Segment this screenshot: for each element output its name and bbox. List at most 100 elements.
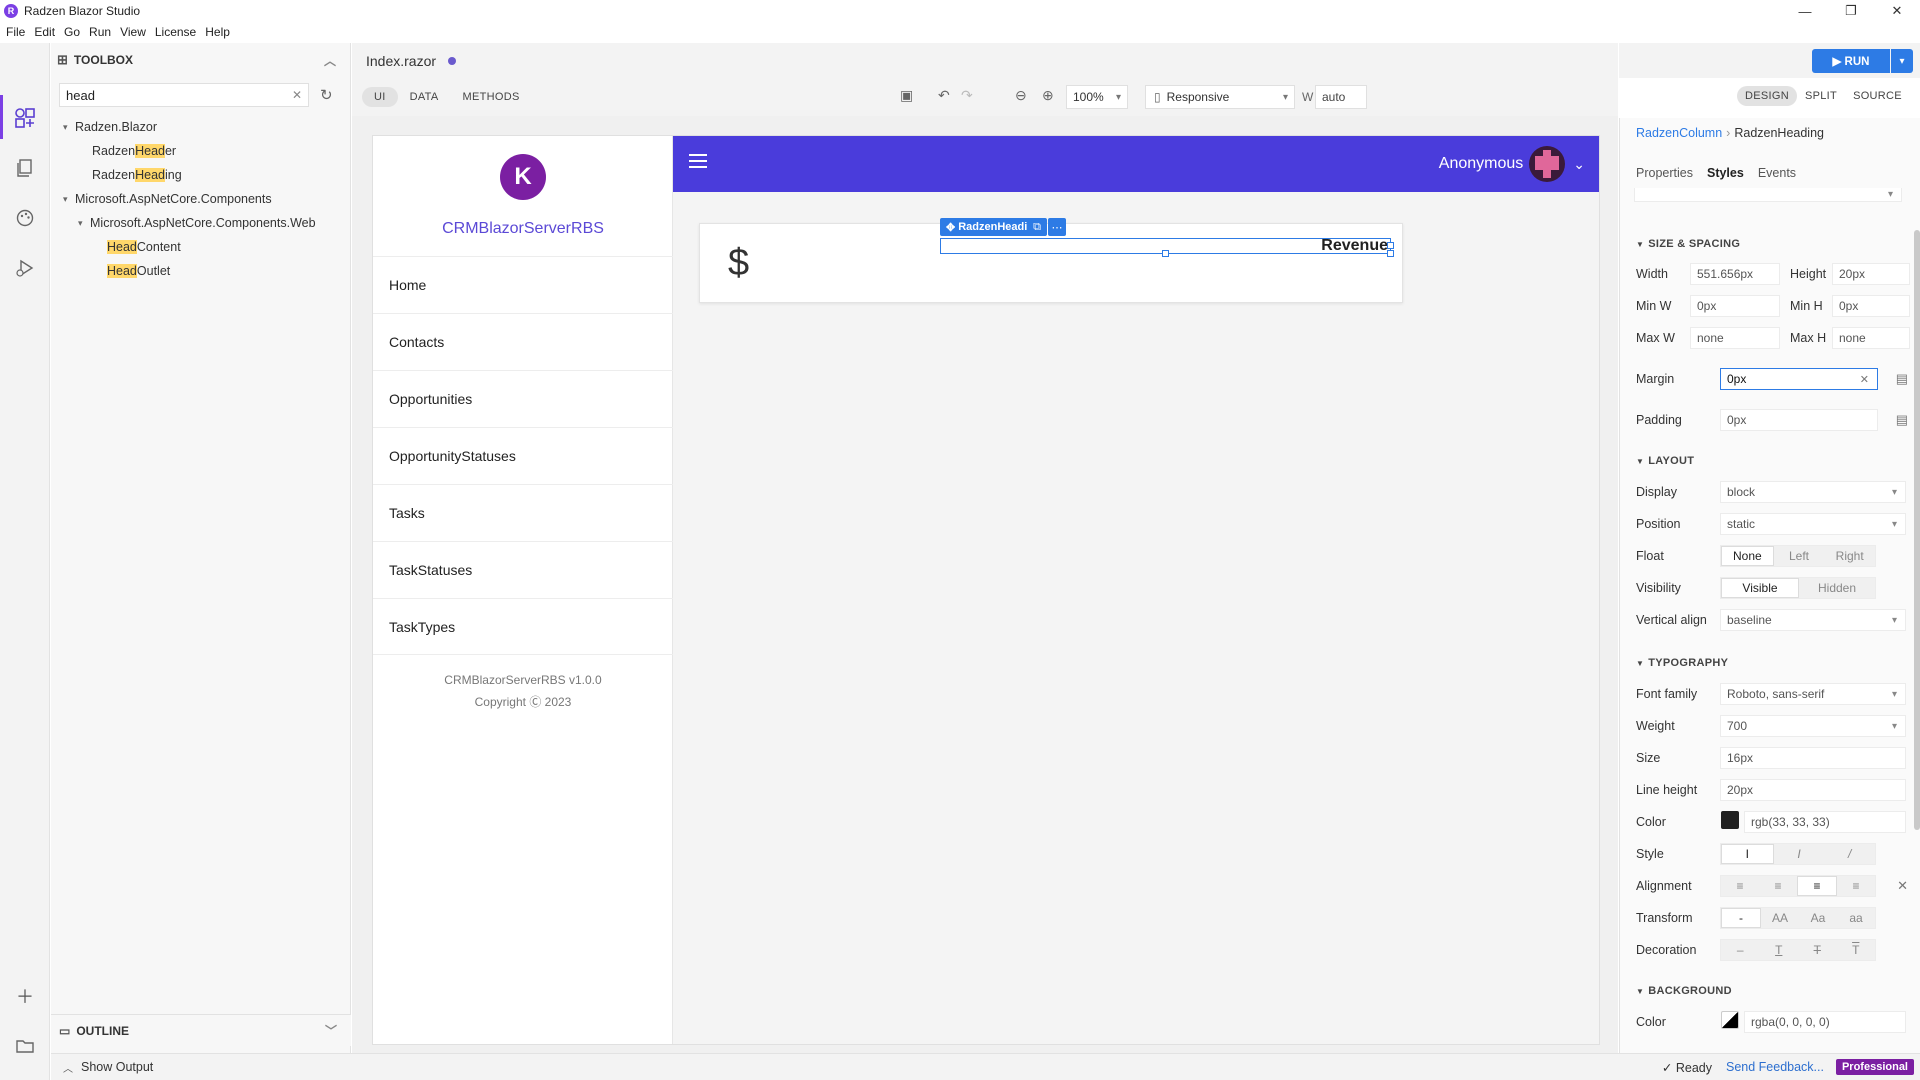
device-select[interactable]: ▯ Responsive ▾	[1145, 85, 1295, 109]
files-icon[interactable]	[12, 155, 38, 181]
menu-license[interactable]: License	[155, 25, 196, 39]
zoom-in-icon[interactable]: ⊕	[1042, 87, 1054, 104]
tree-item-headcontent[interactable]: Head Content	[51, 235, 351, 259]
style-italic-icon[interactable]: I	[1774, 844, 1825, 864]
more-actions-icon[interactable]: ⋯	[1048, 218, 1066, 236]
toolbox-search-input[interactable]	[66, 87, 266, 103]
max-height-input[interactable]: none	[1832, 327, 1910, 349]
zoom-out-icon[interactable]: ⊖	[1015, 87, 1027, 104]
font-weight-select[interactable]: 700 ▾	[1720, 715, 1906, 737]
align-left-icon[interactable]: ≡	[1721, 876, 1759, 896]
background-color-input[interactable]: rgba(0, 0, 0, 0)	[1744, 1011, 1906, 1033]
clear-icon[interactable]: ✕	[292, 88, 302, 102]
align-justify-icon[interactable]: ≡	[1837, 876, 1875, 896]
box-model-icon[interactable]: ▤	[1896, 371, 1908, 387]
toolbox-search[interactable]: ✕	[59, 83, 309, 107]
min-height-input[interactable]: 0px	[1832, 295, 1910, 317]
text-color-input[interactable]: rgb(33, 33, 33)	[1744, 811, 1906, 833]
float-right[interactable]: Right	[1824, 546, 1875, 566]
design-canvas[interactable]: K CRMBlazorServerRBS Home Contacts Oppor…	[372, 135, 1600, 1045]
tab-data[interactable]: DATA	[398, 87, 451, 107]
nav-item-opportunities[interactable]: Opportunities	[373, 370, 673, 427]
add-icon[interactable]: ＋	[12, 983, 38, 1009]
tree-item-aspnetcore-components[interactable]: ▾ Microsoft.AspNetCore.Components	[51, 187, 351, 211]
nav-item-contacts[interactable]: Contacts	[373, 313, 673, 370]
section-layout[interactable]: ▼ LAYOUT	[1636, 455, 1694, 467]
position-select[interactable]: static ▾	[1720, 513, 1906, 535]
align-center-icon[interactable]: ≡	[1759, 876, 1797, 896]
resize-handle[interactable]	[1162, 250, 1169, 257]
tree-item-aspnetcore-components-web[interactable]: ▾ Microsoft.AspNetCore.Components.Web	[51, 211, 351, 235]
tab-design[interactable]: DESIGN	[1737, 86, 1797, 106]
style-oblique-icon[interactable]: /	[1824, 844, 1875, 864]
components-icon[interactable]	[12, 105, 38, 131]
menu-help[interactable]: Help	[205, 25, 230, 39]
toolbox-header[interactable]: ⊞ TOOLBOX ︿	[51, 43, 350, 77]
save-icon[interactable]: ▣	[900, 87, 913, 104]
transform-uppercase[interactable]: AA	[1761, 908, 1799, 928]
width-input[interactable]: 551.656px	[1690, 263, 1780, 285]
line-height-input[interactable]: 20px	[1720, 779, 1906, 801]
run-button[interactable]: ▶ RUN	[1812, 49, 1890, 73]
visibility-hidden[interactable]: Hidden	[1799, 578, 1875, 598]
theme-palette-icon[interactable]	[12, 205, 38, 231]
float-none[interactable]: None	[1721, 546, 1774, 566]
tree-item-radzenheader[interactable]: Radzen Head er	[51, 139, 351, 163]
tab-events[interactable]: Events	[1758, 166, 1796, 180]
menu-view[interactable]: View	[120, 25, 146, 39]
menu-edit[interactable]: Edit	[34, 25, 55, 39]
tab-split[interactable]: SPLIT	[1797, 86, 1845, 106]
caret-down-icon[interactable]: ▾	[63, 194, 75, 205]
clear-alignment-icon[interactable]: ✕	[1897, 878, 1908, 894]
hamburger-menu-icon[interactable]	[689, 154, 707, 168]
maximize-button[interactable]: ❐	[1828, 0, 1874, 22]
nav-item-task-statuses[interactable]: TaskStatuses	[373, 541, 673, 598]
background-color-swatch[interactable]	[1721, 1011, 1739, 1029]
menu-go[interactable]: Go	[64, 25, 80, 39]
minimize-button[interactable]: —	[1782, 0, 1828, 22]
tab-ui[interactable]: UI	[362, 87, 398, 107]
tree-item-radzen-blazor[interactable]: ▾ Radzen.Blazor	[51, 115, 351, 139]
box-model-icon[interactable]: ▤	[1896, 412, 1908, 428]
style-normal-icon[interactable]: I	[1721, 844, 1774, 864]
display-select[interactable]: block ▾	[1720, 481, 1906, 503]
chevron-up-icon[interactable]: ︿	[324, 52, 336, 69]
text-color-swatch[interactable]	[1721, 811, 1739, 829]
nav-item-tasks[interactable]: Tasks	[373, 484, 673, 541]
tree-item-headoutlet[interactable]: Head Outlet	[51, 259, 351, 283]
nav-item-home[interactable]: Home	[373, 256, 673, 313]
tab-methods[interactable]: METHODS	[451, 87, 532, 107]
decoration-strikethrough-icon[interactable]: T	[1798, 940, 1837, 960]
transform-none[interactable]: -	[1721, 908, 1761, 928]
tab-properties[interactable]: Properties	[1636, 166, 1693, 180]
margin-input[interactable]: 0px ✕	[1720, 368, 1878, 390]
font-size-input[interactable]: 16px	[1720, 747, 1906, 769]
width-input[interactable]: auto	[1315, 85, 1367, 109]
run-options-chevron-icon[interactable]: ▾	[1891, 49, 1913, 73]
show-output-toggle[interactable]: ︿ Show Output	[63, 1060, 153, 1075]
section-background[interactable]: ▼ BACKGROUND	[1636, 985, 1732, 997]
send-feedback-link[interactable]: Send Feedback...	[1726, 1060, 1824, 1074]
close-button[interactable]: ✕	[1874, 0, 1920, 22]
menu-run[interactable]: Run	[89, 25, 111, 39]
transform-capitalize[interactable]: Aa	[1799, 908, 1837, 928]
properties-scrollbar[interactable]	[1914, 230, 1920, 830]
chevron-down-icon[interactable]: ﹀	[325, 1022, 337, 1039]
visibility-visible[interactable]: Visible	[1721, 578, 1799, 598]
open-folder-icon[interactable]	[12, 1033, 38, 1059]
undo-icon[interactable]: ↶	[938, 87, 950, 104]
selected-heading[interactable]: Revenue	[940, 237, 1394, 257]
transform-lowercase[interactable]: aa	[1837, 908, 1875, 928]
resize-handle[interactable]	[1387, 250, 1394, 257]
collapsed-field[interactable]: ▾	[1634, 188, 1902, 202]
decoration-overline-icon[interactable]: T	[1837, 940, 1876, 960]
zoom-select[interactable]: 100% ▾	[1066, 85, 1128, 109]
redo-icon[interactable]: ↷	[961, 87, 973, 104]
outline-header[interactable]: ▭ OUTLINE ﹀	[51, 1014, 351, 1046]
file-tab-index[interactable]: Index.razor	[352, 43, 471, 78]
select-parent-icon[interactable]: ⧉	[1028, 218, 1046, 236]
run-debug-icon[interactable]	[12, 255, 38, 281]
caret-down-icon[interactable]: ▾	[63, 122, 75, 133]
decoration-none-icon[interactable]: –	[1721, 940, 1760, 960]
tab-source[interactable]: SOURCE	[1845, 86, 1910, 106]
